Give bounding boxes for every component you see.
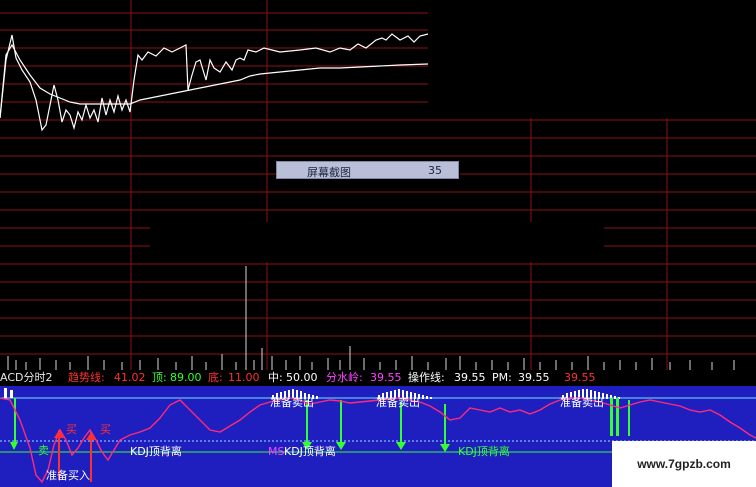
top-value: 89.00 bbox=[170, 371, 202, 384]
screenshot-tooltip: 屏幕截图 35 bbox=[276, 161, 459, 179]
site-watermark: www.7gpzb.com bbox=[612, 441, 756, 487]
buy-label-2: 买 bbox=[100, 423, 111, 436]
water-value: 39.55 bbox=[370, 371, 402, 384]
sell-label: 卖 bbox=[38, 444, 49, 457]
kdj-top-label-3: KDJ顶背离 bbox=[458, 445, 510, 458]
prepare-sell-label-3: 准备卖出 bbox=[560, 396, 604, 409]
op-value: 39.55 bbox=[454, 371, 486, 384]
kdj-top-label-2: KDJ顶背离 bbox=[284, 445, 336, 458]
empty-area-mid bbox=[150, 222, 604, 262]
indicator-header: ACD分时2 趋势线: 41.02 顶: 89.00 底: 11.00 中: 5… bbox=[0, 370, 756, 385]
prepare-sell-label-2: 准备卖出 bbox=[376, 396, 420, 409]
buy-label-1: 买 bbox=[66, 423, 77, 436]
average-line bbox=[0, 43, 429, 119]
ms-label: MS bbox=[268, 445, 285, 458]
bottom-value: 11.00 bbox=[228, 371, 260, 384]
mid-label: 中: bbox=[268, 371, 283, 384]
op-label: 操作线: bbox=[408, 371, 445, 384]
prepare-sell-label-1: 准备卖出 bbox=[270, 396, 314, 409]
kdj-top-label-1: KDJ顶背离 bbox=[130, 445, 182, 458]
extra-value: 39.55 bbox=[564, 371, 596, 384]
trend-value: 41.02 bbox=[114, 371, 146, 384]
pm-value: 39.55 bbox=[518, 371, 550, 384]
stock-chart-window: 屏幕截图 35 ACD分时2 趋势线: 41.02 顶: 89.00 底: 11… bbox=[0, 0, 756, 487]
bottom-label: 底: bbox=[208, 371, 223, 384]
mid-value: 50.00 bbox=[286, 371, 318, 384]
prepare-buy-label: 准备买入 bbox=[46, 469, 90, 482]
trend-label: 趋势线: bbox=[68, 371, 105, 384]
tooltip-label: 屏幕截图 bbox=[307, 166, 351, 179]
chart-canvas bbox=[0, 0, 756, 487]
pm-label: PM: bbox=[492, 371, 512, 384]
top-label: 顶: bbox=[152, 371, 167, 384]
water-label: 分水岭: bbox=[326, 371, 363, 384]
empty-area bbox=[428, 0, 756, 118]
indicator-name[interactable]: ACD分时2 bbox=[0, 370, 52, 385]
tooltip-value: 35 bbox=[428, 164, 442, 177]
